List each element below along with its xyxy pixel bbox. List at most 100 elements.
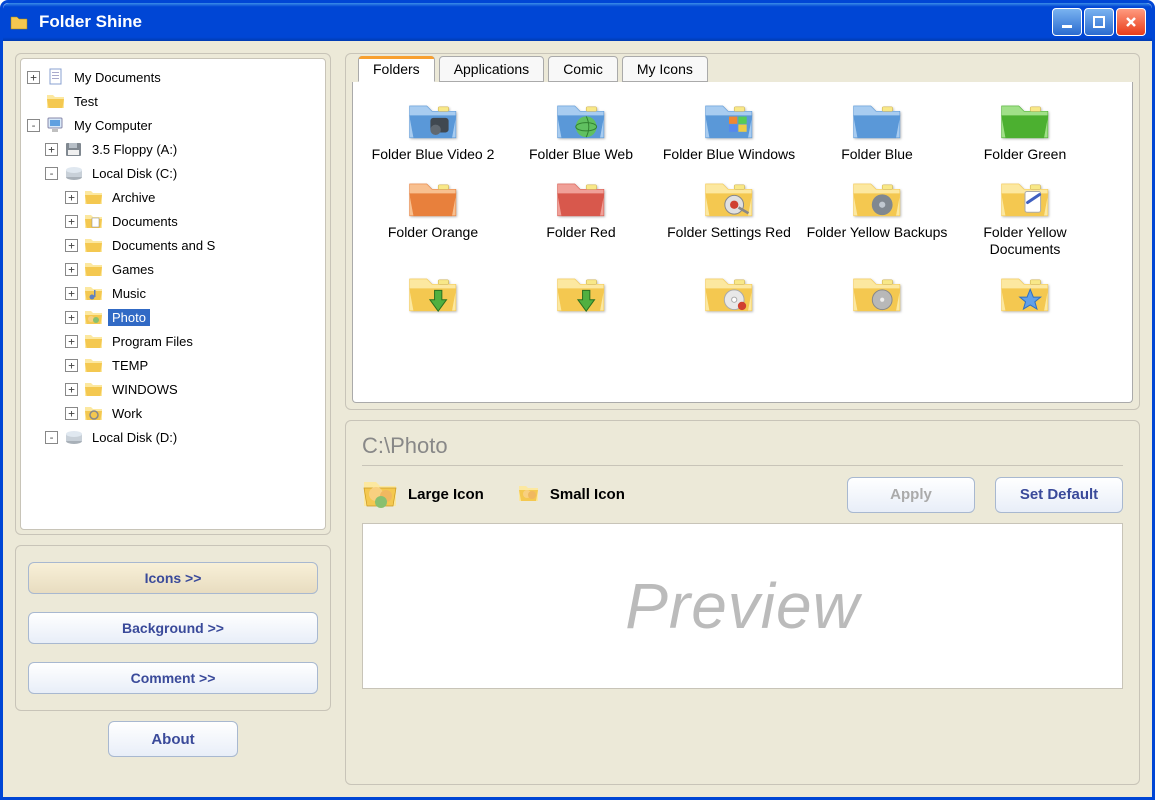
tree-node-label: Local Disk (C:) — [88, 165, 181, 182]
tree-node-label: My Documents — [70, 69, 165, 86]
window-title: Folder Shine — [39, 12, 142, 32]
actions-panel: Icons >> Background >> Comment >> — [15, 545, 331, 711]
folder-icon — [999, 176, 1051, 220]
tree-node[interactable]: - Local Disk (C:) — [25, 161, 321, 185]
expand-icon[interactable]: + — [65, 407, 78, 420]
collapse-icon[interactable]: - — [27, 119, 40, 132]
expand-icon[interactable]: + — [65, 287, 78, 300]
icon-item[interactable]: Folder Yellow Backups — [803, 170, 951, 265]
app-icon — [9, 12, 29, 32]
large-icon-label: Large Icon — [408, 486, 484, 503]
tab-comic[interactable]: Comic — [548, 56, 618, 82]
maximize-button[interactable] — [1084, 8, 1114, 36]
expand-icon[interactable]: + — [65, 335, 78, 348]
tree-node[interactable]: + Documents and S — [25, 233, 321, 257]
folder-icon — [703, 176, 755, 220]
tree-node-label: Test — [70, 93, 102, 110]
icon-item[interactable] — [359, 265, 507, 325]
tree-node[interactable]: Test — [25, 89, 321, 113]
computer-icon — [46, 116, 66, 134]
icon-item[interactable]: Folder Yellow Documents — [951, 170, 1099, 265]
icon-item[interactable]: Folder Blue Web — [507, 92, 655, 170]
folder-icon — [999, 98, 1051, 142]
expand-icon[interactable]: + — [65, 215, 78, 228]
icon-item[interactable]: Folder Blue — [803, 92, 951, 170]
tree-node[interactable]: + My Documents — [25, 65, 321, 89]
tree-node[interactable]: +WINDOWS — [25, 377, 321, 401]
set-default-button[interactable]: Set Default — [995, 477, 1123, 513]
about-button[interactable]: About — [108, 721, 238, 757]
tree-node[interactable]: +Work — [25, 401, 321, 425]
tree-node[interactable]: -My Computer — [25, 113, 321, 137]
tree-node-label: Documents and S — [108, 237, 219, 254]
tree-node-label: Program Files — [108, 333, 197, 350]
tree-node-label: TEMP — [108, 357, 152, 374]
minimize-button[interactable] — [1052, 8, 1082, 36]
icon-item[interactable]: Folder Red — [507, 170, 655, 265]
tab-folders[interactable]: Folders — [358, 56, 435, 82]
icon-label: Folder Settings Red — [667, 224, 791, 242]
collapse-icon[interactable]: - — [45, 431, 58, 444]
folder-icon — [703, 271, 755, 315]
folder-tree[interactable]: + My Documents Test -My Computer+3.5 Floppy… — [20, 58, 326, 530]
tree-node[interactable]: +3.5 Floppy (A:) — [25, 137, 321, 161]
tree-node[interactable]: + Program Files — [25, 329, 321, 353]
folder-icon — [407, 271, 459, 315]
tree-node[interactable]: - Local Disk (D:) — [25, 425, 321, 449]
folder-icon — [703, 98, 755, 142]
icon-item[interactable] — [655, 265, 803, 325]
icon-item[interactable]: Folder Blue Windows — [655, 92, 803, 170]
expand-icon[interactable]: + — [65, 359, 78, 372]
folder-icon — [851, 176, 903, 220]
folder-icon — [84, 380, 104, 398]
expand-icon[interactable]: + — [65, 311, 78, 324]
expand-icon[interactable]: + — [65, 191, 78, 204]
tree-node[interactable]: + Music — [25, 281, 321, 305]
folder-icon — [999, 271, 1051, 315]
background-button[interactable]: Background >> — [28, 612, 318, 644]
disk-icon — [64, 164, 84, 182]
icon-item[interactable]: Folder Blue Video 2 — [359, 92, 507, 170]
tree-node[interactable]: +Documents — [25, 209, 321, 233]
icon-item[interactable]: Folder Green — [951, 92, 1099, 170]
tree-node[interactable]: + Archive — [25, 185, 321, 209]
icon-item[interactable] — [507, 265, 655, 325]
tree-node[interactable]: + TEMP — [25, 353, 321, 377]
expand-icon[interactable]: + — [65, 383, 78, 396]
icon-grid[interactable]: Folder Blue Video 2 Folder Blue Web Fold… — [353, 82, 1132, 402]
icon-gallery-panel: FoldersApplicationsComicMy Icons Folder … — [345, 53, 1140, 410]
titlebar[interactable]: Folder Shine — [3, 3, 1152, 41]
tree-node[interactable]: +Photo — [25, 305, 321, 329]
tab-my-icons[interactable]: My Icons — [622, 56, 708, 82]
expand-icon[interactable]: + — [65, 263, 78, 276]
close-button[interactable] — [1116, 8, 1146, 36]
small-icon-preview — [518, 483, 540, 506]
folder-icon — [407, 98, 459, 142]
tree-node-label: Games — [108, 261, 158, 278]
expand-icon[interactable]: + — [45, 143, 58, 156]
small-icon-label: Small Icon — [550, 486, 625, 503]
expand-icon[interactable]: + — [27, 71, 40, 84]
tree-node[interactable]: + Games — [25, 257, 321, 281]
music-icon — [84, 284, 104, 302]
icon-item[interactable]: Folder Settings Red — [655, 170, 803, 265]
expand-icon[interactable]: + — [65, 239, 78, 252]
disk-icon — [64, 428, 84, 446]
comment-button[interactable]: Comment >> — [28, 662, 318, 694]
icon-item[interactable] — [803, 265, 951, 325]
folder-icon — [555, 98, 607, 142]
large-icon-preview — [362, 476, 398, 513]
gallery-tabs: FoldersApplicationsComicMy Icons — [350, 56, 1135, 82]
icon-label: Folder Red — [546, 224, 615, 242]
collapse-icon[interactable]: - — [45, 167, 58, 180]
apply-button[interactable]: Apply — [847, 477, 975, 513]
icon-label: Folder Yellow Documents — [953, 224, 1097, 259]
tree-node-label: Music — [108, 285, 150, 302]
icon-item[interactable]: Folder Orange — [359, 170, 507, 265]
tree-node-label: Local Disk (D:) — [88, 429, 181, 446]
tab-applications[interactable]: Applications — [439, 56, 545, 82]
icons-button[interactable]: Icons >> — [28, 562, 318, 594]
folder-icon — [84, 332, 104, 350]
icon-item[interactable] — [951, 265, 1099, 325]
tree-node-label: Archive — [108, 189, 159, 206]
